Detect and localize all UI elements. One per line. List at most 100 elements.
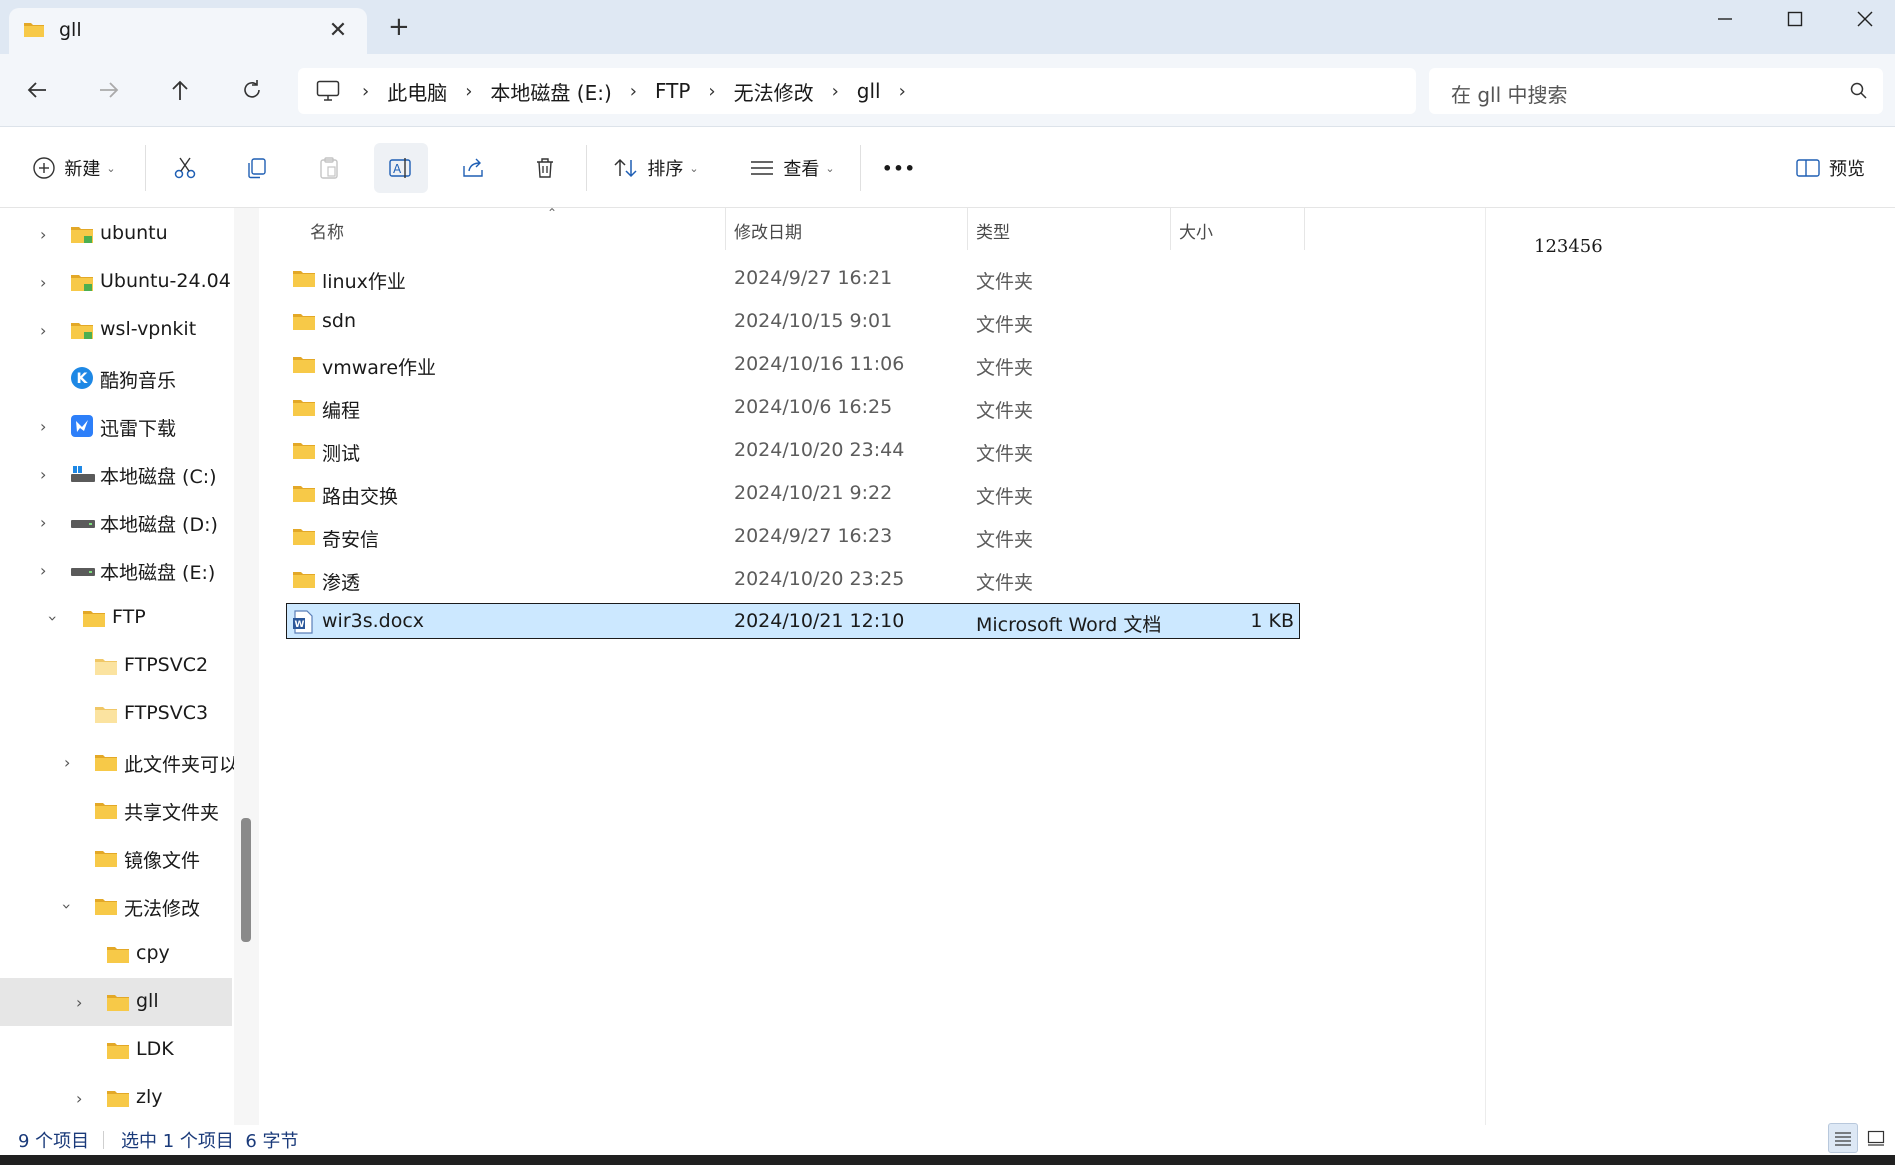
paste-button[interactable] xyxy=(306,143,352,193)
file-row[interactable]: vmware作业 2024/10/16 11:06 文件夹 xyxy=(286,346,1300,382)
search-input[interactable]: 在 gll 中搜索 xyxy=(1429,68,1883,114)
nav-item-drive-c[interactable]: › 本地磁盘 (C:) xyxy=(0,450,232,498)
breadcrumb-this-pc[interactable]: 此电脑 xyxy=(387,77,447,106)
chevron-right-icon[interactable]: › xyxy=(40,465,46,484)
nav-item-xunlei-download[interactable]: › 迅雷下载 xyxy=(0,402,232,450)
file-name: vmware作业 xyxy=(322,357,437,379)
chevron-right-icon[interactable]: › xyxy=(76,993,82,1012)
file-modified: 2024/10/21 12:10 xyxy=(734,610,905,632)
nav-label: 迅雷下载 xyxy=(100,418,177,440)
nav-item-cpy[interactable]: cpy xyxy=(0,930,232,978)
maximize-button[interactable] xyxy=(1760,0,1830,38)
chevron-right-icon[interactable]: › xyxy=(40,561,46,580)
cut-button[interactable] xyxy=(162,143,208,193)
share-button[interactable] xyxy=(450,143,496,193)
breadcrumb[interactable]: › 此电脑 › 本地磁盘 (E:) › FTP › 无法修改 › gll › xyxy=(298,68,1416,114)
folder-icon xyxy=(292,311,316,336)
column-header-type[interactable]: 类型 xyxy=(968,208,1171,250)
breadcrumb-drive-e[interactable]: 本地磁盘 (E:) xyxy=(490,77,611,106)
sort-button[interactable]: 排序 ⌄ xyxy=(604,143,708,193)
nav-item-ftp[interactable]: › FTP xyxy=(0,594,232,642)
large-icons-view-button[interactable] xyxy=(1861,1123,1891,1153)
copy-button[interactable] xyxy=(234,143,280,193)
nav-item-ftpsvc3[interactable]: FTPSVC3 xyxy=(0,690,232,738)
delete-button[interactable] xyxy=(522,143,568,193)
nav-item-ldk[interactable]: LDK xyxy=(0,1026,232,1074)
chevron-down-icon[interactable]: › xyxy=(58,903,77,909)
breadcrumb-separator[interactable]: › xyxy=(708,81,715,102)
chevron-right-icon[interactable]: › xyxy=(40,321,46,340)
nav-item-wsl-vpnkit[interactable]: › wsl-vpnkit xyxy=(0,306,232,354)
chevron-right-icon[interactable]: › xyxy=(40,225,46,244)
file-row[interactable]: 测试 2024/10/20 23:44 文件夹 xyxy=(286,432,1300,468)
nav-item-drive-d[interactable]: › 本地磁盘 (D:) xyxy=(0,498,232,546)
file-row[interactable]: sdn 2024/10/15 9:01 文件夹 xyxy=(286,303,1300,339)
nav-item-drive-e[interactable]: › 本地磁盘 (E:) xyxy=(0,546,232,594)
column-header-name[interactable]: 名称 ⌃ xyxy=(302,206,726,250)
nav-item-ftpsvc2[interactable]: FTPSVC2 xyxy=(0,642,232,690)
file-row[interactable]: 编程 2024/10/6 16:25 文件夹 xyxy=(286,389,1300,425)
file-row[interactable]: linux作业 2024/9/27 16:21 文件夹 xyxy=(286,260,1300,296)
close-window-button[interactable] xyxy=(1830,0,1895,38)
file-row[interactable]: 渗透 2024/10/20 23:25 文件夹 xyxy=(286,561,1300,597)
column-header-modified[interactable]: 修改日期 xyxy=(726,208,968,250)
sort-label: 排序 xyxy=(647,159,684,180)
file-row[interactable]: 奇安信 2024/9/27 16:23 文件夹 xyxy=(286,518,1300,554)
more-options-button[interactable]: ••• xyxy=(876,143,922,193)
new-tab-button[interactable]: + xyxy=(388,14,410,40)
breadcrumb-ftp[interactable]: FTP xyxy=(655,79,690,103)
nav-item-ubuntu[interactable]: › ubuntu xyxy=(0,210,232,258)
chevron-right-icon[interactable]: › xyxy=(40,513,46,532)
nav-item-gll[interactable]: › gll xyxy=(0,978,232,1026)
nav-item-writable-folder[interactable]: › 此文件夹可以 xyxy=(0,738,234,786)
breadcrumb-separator[interactable]: › xyxy=(362,81,369,102)
nav-label: 无法修改 xyxy=(124,898,201,920)
folder-icon xyxy=(292,526,316,551)
up-button[interactable] xyxy=(160,72,200,108)
nav-item-image-files[interactable]: 镜像文件 xyxy=(0,834,232,882)
file-type: 文件夹 xyxy=(976,572,1034,594)
file-row[interactable]: 路由交换 2024/10/21 9:22 文件夹 xyxy=(286,475,1300,511)
breadcrumb-separator[interactable]: › xyxy=(899,81,906,102)
view-button[interactable]: 查看 ⌄ xyxy=(740,143,844,193)
back-button[interactable] xyxy=(17,72,57,108)
breadcrumb-separator[interactable]: › xyxy=(630,81,637,102)
new-button[interactable]: 新建 ⌄ xyxy=(22,143,126,193)
nav-scrollbar-thumb[interactable] xyxy=(241,818,251,942)
search-placeholder: 在 gll 中搜索 xyxy=(1451,83,1568,107)
tab-close-icon[interactable]: ✕ xyxy=(323,18,353,43)
chevron-right-icon[interactable]: › xyxy=(40,417,46,436)
linux-folder-icon xyxy=(70,320,94,345)
chevron-right-icon[interactable]: › xyxy=(64,753,70,772)
nav-label: gll xyxy=(136,990,159,1012)
breadcrumb-separator[interactable]: › xyxy=(465,81,472,102)
tab-gll[interactable]: gll ✕ xyxy=(9,8,367,54)
forward-button[interactable] xyxy=(89,72,129,108)
chevron-right-icon[interactable]: › xyxy=(76,1089,82,1108)
breadcrumb-readonly[interactable]: 无法修改 xyxy=(734,77,814,106)
folder-icon xyxy=(94,896,118,921)
nav-item-zly[interactable]: › zly xyxy=(0,1074,232,1122)
breadcrumb-separator[interactable]: › xyxy=(832,81,839,102)
file-modified: 2024/9/27 16:21 xyxy=(734,267,893,289)
nav-item-kugou-music[interactable]: K 酷狗音乐 xyxy=(0,354,232,402)
preview-pane-button[interactable]: 预览 xyxy=(1782,143,1878,193)
chevron-right-icon[interactable]: › xyxy=(40,273,46,292)
chevron-down-icon[interactable]: › xyxy=(44,615,63,621)
file-modified: 2024/9/27 16:23 xyxy=(734,525,893,547)
file-name: linux作业 xyxy=(322,271,406,293)
nav-scroll-track[interactable] xyxy=(234,208,259,1125)
search-icon[interactable] xyxy=(1849,81,1869,106)
nav-item-readonly[interactable]: › 无法修改 xyxy=(0,882,232,930)
nav-item-ubuntu-24-04[interactable]: › Ubuntu-24.04 xyxy=(0,258,232,306)
minimize-button[interactable] xyxy=(1690,0,1760,38)
refresh-button[interactable] xyxy=(232,72,272,108)
drive-icon xyxy=(70,512,96,537)
details-view-button[interactable] xyxy=(1828,1123,1858,1153)
sort-icon xyxy=(614,158,637,178)
breadcrumb-gll[interactable]: gll xyxy=(857,79,881,103)
column-header-size[interactable]: 大小 xyxy=(1171,208,1305,250)
rename-button[interactable]: A xyxy=(374,143,428,193)
file-row-selected[interactable]: W wir3s.docx 2024/10/21 12:10 Microsoft … xyxy=(286,603,1300,639)
nav-item-shared-folder[interactable]: 共享文件夹 xyxy=(0,786,232,834)
